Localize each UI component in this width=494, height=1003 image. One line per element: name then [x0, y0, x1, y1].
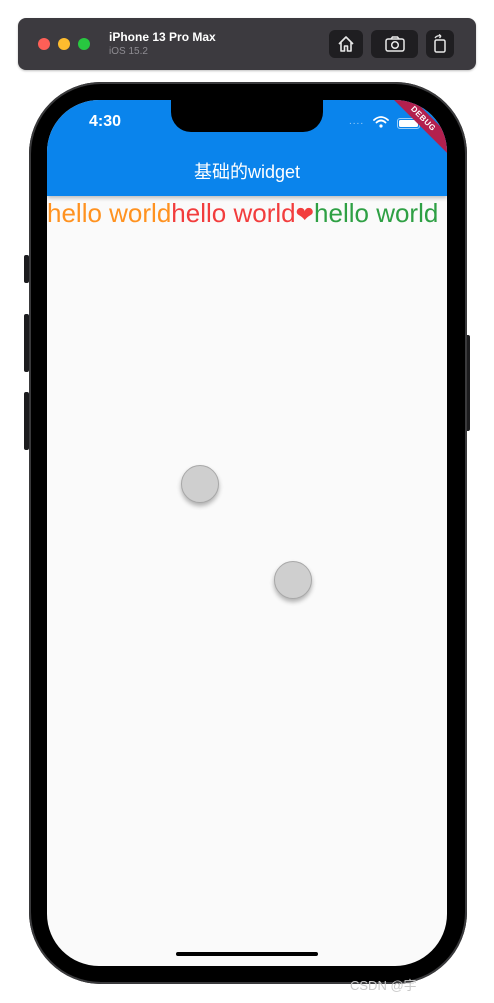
simulator-page: iPhone 13 Pro Max iOS 15.2 4:30 .... 基础的…: [0, 0, 494, 1003]
os-version: iOS 15.2: [109, 46, 148, 57]
rotate-button[interactable]: [426, 30, 454, 58]
home-icon: [338, 36, 354, 52]
screenshot-icon: [384, 36, 405, 52]
app-bar: 4:30 .... 基础的widget DEBUG: [47, 100, 447, 196]
phone-screen: 4:30 .... 基础的widget DEBUG hello worldhel…: [47, 100, 447, 966]
status-time: 4:30: [89, 113, 122, 130]
rotate-icon: [434, 34, 446, 53]
touch-indicator: [181, 465, 219, 503]
home-indicator[interactable]: [176, 952, 318, 956]
watermark: CSDN @宇: [350, 978, 417, 993]
heart-icon: ❤: [295, 202, 315, 227]
close-window-button[interactable]: [38, 38, 50, 50]
home-button[interactable]: [329, 30, 363, 58]
debug-banner: DEBUG: [382, 100, 447, 160]
screenshot-button[interactable]: [371, 30, 418, 58]
notch: [171, 100, 323, 132]
text-segment-orange: hello world: [47, 198, 172, 228]
text-segment-green: hello world: [314, 198, 439, 228]
device-name: iPhone 13 Pro Max: [109, 30, 216, 44]
app-bar-title: 基础的widget: [193, 162, 301, 182]
signal-indicator: ....: [349, 116, 365, 127]
touch-indicator: [274, 561, 312, 599]
wifi-icon: [373, 116, 389, 128]
rich-text: hello worldhello world❤hello world: [47, 197, 447, 231]
minimize-window-button[interactable]: [58, 38, 70, 50]
zoom-window-button[interactable]: [78, 38, 90, 50]
simulator-toolbar: iPhone 13 Pro Max iOS 15.2: [18, 18, 476, 70]
text-segment-red: hello world: [171, 198, 296, 228]
